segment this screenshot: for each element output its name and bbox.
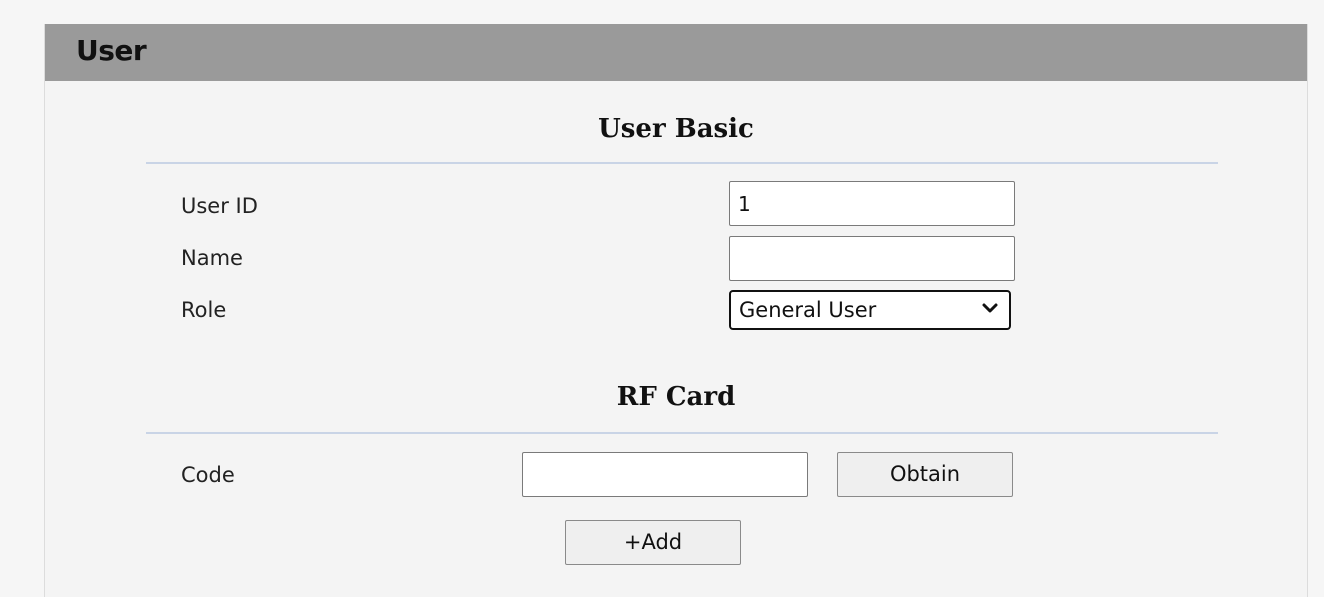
add-button[interactable]: +Add	[565, 520, 741, 565]
user-basic-divider	[146, 162, 1218, 164]
user-panel: User User Basic User ID Name Role Genera…	[44, 24, 1308, 597]
code-input[interactable]	[522, 452, 808, 497]
obtain-button[interactable]: Obtain	[837, 452, 1013, 497]
page: User User Basic User ID Name Role Genera…	[0, 0, 1324, 597]
user-id-label: User ID	[181, 194, 258, 218]
rf-card-divider	[146, 432, 1218, 434]
role-label: Role	[181, 298, 227, 322]
code-label: Code	[181, 463, 235, 487]
role-select-value: General User	[739, 298, 877, 322]
role-select[interactable]: General User	[729, 290, 1011, 330]
user-id-input[interactable]	[729, 181, 1015, 226]
panel-title: User	[76, 34, 147, 67]
name-label: Name	[181, 246, 243, 270]
panel-header: User	[45, 24, 1307, 81]
rf-card-heading: RF Card	[616, 382, 736, 412]
name-input[interactable]	[729, 236, 1015, 281]
chevron-down-icon	[982, 303, 998, 313]
user-basic-heading: User Basic	[598, 114, 754, 144]
